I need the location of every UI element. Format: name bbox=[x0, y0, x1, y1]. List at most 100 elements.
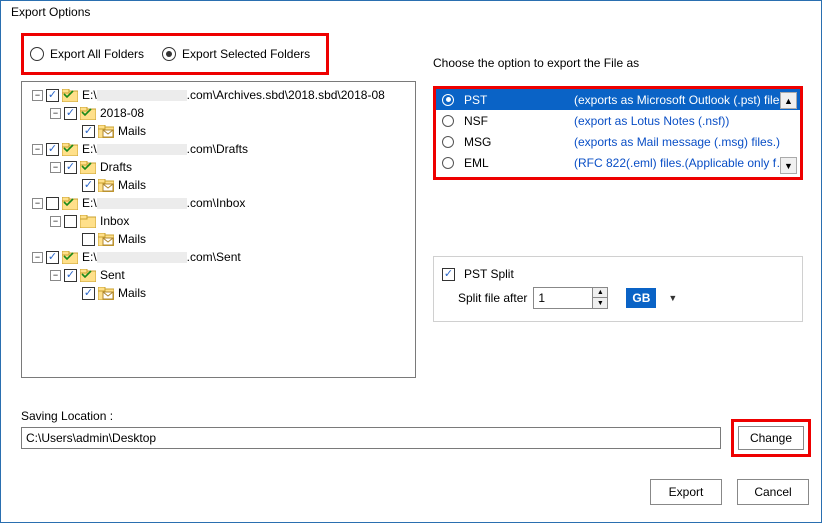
tree-node[interactable]: − E:\ .com\Inbox bbox=[24, 194, 413, 212]
pst-split-group: PST Split Split file after ▲ ▼ GB ▼ bbox=[433, 256, 803, 322]
radio-icon bbox=[442, 94, 454, 106]
radio-icon bbox=[442, 157, 454, 169]
tree-node[interactable]: − E:\ .com\Drafts bbox=[24, 140, 413, 158]
tree-node[interactable]: − 2018-08 bbox=[24, 104, 413, 122]
tree-node[interactable]: Mails bbox=[24, 230, 413, 248]
folder-tree[interactable]: − E:\ .com\Archives.sbd\2018.sbd\2018-08 − 2… bbox=[21, 81, 416, 378]
radio-icon bbox=[30, 47, 44, 61]
folder-icon bbox=[62, 89, 78, 102]
dialog-title: Export Options bbox=[11, 5, 90, 19]
folder-icon bbox=[80, 107, 96, 120]
tree-label: Mails bbox=[118, 286, 146, 300]
tree-label: Mails bbox=[118, 124, 146, 138]
export-selected-folders-radio[interactable]: Export Selected Folders bbox=[162, 47, 310, 61]
mail-folder-icon bbox=[98, 233, 114, 246]
format-option-eml[interactable]: EML(RFC 822(.eml) files.(Applicable only… bbox=[436, 152, 800, 173]
change-button[interactable]: Change bbox=[738, 426, 804, 450]
format-desc: (RFC 822(.eml) files.(Applicable only fo… bbox=[574, 156, 794, 170]
format-name: NSF bbox=[464, 114, 574, 128]
pst-split-label: PST Split bbox=[464, 267, 514, 281]
format-option-msg[interactable]: MSG(exports as Mail message (.msg) files… bbox=[436, 131, 800, 152]
format-desc: (export as Lotus Notes (.nsf)) bbox=[574, 114, 794, 128]
tree-node[interactable]: −Drafts bbox=[24, 158, 413, 176]
tree-checkbox[interactable] bbox=[82, 125, 95, 138]
chevron-down-icon[interactable]: ▼ bbox=[668, 293, 677, 303]
folder-icon bbox=[80, 215, 96, 228]
tree-checkbox[interactable] bbox=[64, 215, 77, 228]
expand-toggle[interactable]: − bbox=[50, 216, 61, 227]
tree-checkbox[interactable] bbox=[64, 161, 77, 174]
tree-checkbox[interactable] bbox=[82, 233, 95, 246]
format-desc: (exports as Microsoft Outlook (.pst) fil… bbox=[574, 93, 794, 107]
folder-icon bbox=[62, 197, 78, 210]
export-all-folders-radio[interactable]: Export All Folders bbox=[30, 47, 144, 61]
tree-label: 2018-08 bbox=[100, 106, 144, 120]
format-option-pst[interactable]: PST(exports as Microsoft Outlook (.pst) … bbox=[436, 89, 800, 110]
cancel-button[interactable]: Cancel bbox=[737, 479, 809, 505]
tree-checkbox[interactable] bbox=[46, 197, 59, 210]
tree-node[interactable]: − E:\ .com\Archives.sbd\2018.sbd\2018-08 bbox=[24, 86, 413, 104]
mail-folder-icon bbox=[98, 125, 114, 138]
tree-checkbox[interactable] bbox=[46, 251, 59, 264]
tree-checkbox[interactable] bbox=[46, 89, 59, 102]
scroll-up-button[interactable]: ▲ bbox=[780, 92, 797, 109]
split-unit-button[interactable]: GB bbox=[626, 288, 656, 308]
tree-label: E:\ bbox=[82, 250, 97, 264]
expand-toggle[interactable]: − bbox=[32, 198, 43, 209]
expand-toggle[interactable]: − bbox=[50, 162, 61, 173]
tree-node[interactable]: Mails bbox=[24, 176, 413, 194]
redacted-text bbox=[97, 90, 187, 101]
expand-toggle[interactable]: − bbox=[50, 270, 61, 281]
split-size-input[interactable] bbox=[534, 288, 592, 308]
mail-folder-icon bbox=[98, 179, 114, 192]
mail-folder-icon bbox=[98, 287, 114, 300]
tree-label: Mails bbox=[118, 232, 146, 246]
export-all-label: Export All Folders bbox=[50, 47, 144, 61]
folder-icon bbox=[80, 161, 96, 174]
folder-icon bbox=[62, 143, 78, 156]
redacted-text bbox=[97, 198, 187, 209]
expand-toggle[interactable]: − bbox=[32, 252, 43, 263]
format-name: MSG bbox=[464, 135, 574, 149]
tree-label: .com\Archives.sbd\2018.sbd\2018-08 bbox=[187, 88, 385, 102]
tree-node[interactable]: Mails bbox=[24, 122, 413, 140]
tree-node[interactable]: − Sent bbox=[24, 266, 413, 284]
folder-icon bbox=[62, 251, 78, 264]
tree-checkbox[interactable] bbox=[64, 107, 77, 120]
tree-checkbox[interactable] bbox=[82, 287, 95, 300]
export-selected-label: Export Selected Folders bbox=[182, 47, 310, 61]
tree-label: E:\ bbox=[82, 196, 97, 210]
tree-node[interactable]: Mails bbox=[24, 284, 413, 302]
tree-checkbox[interactable] bbox=[46, 143, 59, 156]
tree-checkbox[interactable] bbox=[82, 179, 95, 192]
redacted-text bbox=[97, 252, 187, 263]
saving-location-label: Saving Location : bbox=[21, 409, 113, 423]
tree-label: Mails bbox=[118, 178, 146, 192]
tree-label: E:\ bbox=[82, 142, 97, 156]
pst-split-checkbox[interactable] bbox=[442, 268, 455, 281]
format-list: PST(exports as Microsoft Outlook (.pst) … bbox=[433, 86, 803, 180]
change-highlight: Change bbox=[731, 419, 811, 457]
format-name: PST bbox=[464, 93, 574, 107]
redacted-text bbox=[97, 144, 187, 155]
tree-label: E:\ bbox=[82, 88, 97, 102]
tree-label: .com\Drafts bbox=[187, 142, 248, 156]
tree-checkbox[interactable] bbox=[64, 269, 77, 282]
tree-label: .com\Sent bbox=[187, 250, 241, 264]
tree-label: Sent bbox=[100, 268, 125, 282]
scope-radio-group: Export All Folders Export Selected Folde… bbox=[21, 33, 329, 75]
tree-label: .com\Inbox bbox=[187, 196, 246, 210]
split-size-spinner[interactable]: ▲ ▼ bbox=[533, 287, 608, 309]
spinner-down[interactable]: ▼ bbox=[593, 298, 607, 308]
scroll-down-button[interactable]: ▼ bbox=[780, 157, 797, 174]
format-option-nsf[interactable]: NSF(export as Lotus Notes (.nsf)) bbox=[436, 110, 800, 131]
expand-toggle[interactable]: − bbox=[32, 144, 43, 155]
export-button[interactable]: Export bbox=[650, 479, 722, 505]
tree-node[interactable]: −Inbox bbox=[24, 212, 413, 230]
spinner-up[interactable]: ▲ bbox=[593, 288, 607, 298]
expand-toggle[interactable]: − bbox=[50, 108, 61, 119]
expand-toggle[interactable]: − bbox=[32, 90, 43, 101]
saving-location-input[interactable] bbox=[21, 427, 721, 449]
radio-icon bbox=[162, 47, 176, 61]
tree-node[interactable]: − E:\ .com\Sent bbox=[24, 248, 413, 266]
